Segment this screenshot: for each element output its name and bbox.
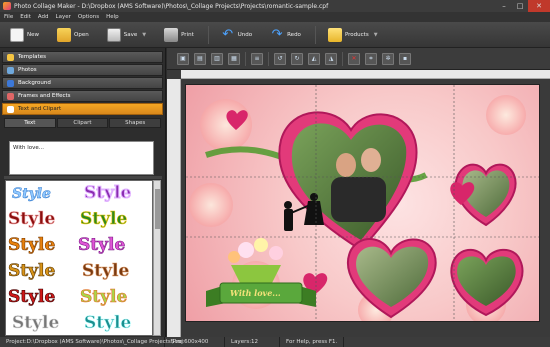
style-sample-pink-magenta[interactable]: Style: [78, 236, 126, 254]
tab-shapes[interactable]: Shapes: [109, 118, 162, 128]
chevron-down-icon[interactable]: ▼: [374, 32, 378, 38]
chevron-down-icon[interactable]: ▼: [142, 32, 146, 38]
close-button[interactable]: ✕: [528, 0, 550, 12]
new-button[interactable]: New: [6, 25, 43, 45]
save-button[interactable]: Save ▼: [103, 25, 150, 45]
menu-file[interactable]: File: [4, 14, 13, 20]
toolbar-separator: [207, 25, 209, 44]
menu-edit[interactable]: Edit: [20, 14, 31, 20]
style-sample-brown[interactable]: Style: [82, 262, 130, 280]
style-sample-golden[interactable]: Style: [8, 262, 56, 280]
style-sample-rainbow[interactable]: Style: [80, 288, 128, 306]
section-templates[interactable]: Templates: [2, 51, 163, 63]
lock-icon[interactable]: ▪: [399, 52, 411, 65]
status-layers: Layers:12: [225, 337, 280, 347]
rotate-left-icon[interactable]: ↺: [274, 52, 286, 65]
main-toolbar: New Open Save ▼ Print ↶ Undo ↷ Redo Prod…: [0, 22, 550, 48]
send-to-back-icon[interactable]: ▦: [228, 52, 240, 65]
vertical-ruler: [167, 79, 181, 337]
section-background[interactable]: Background: [2, 77, 163, 89]
menu-add[interactable]: Add: [38, 14, 49, 20]
menu-layer[interactable]: Layer: [56, 14, 71, 20]
flip-vertical-icon[interactable]: ◮: [325, 52, 337, 65]
align-icon[interactable]: ≡: [251, 52, 263, 65]
rotate-right-icon[interactable]: ↻: [291, 52, 303, 65]
section-photos[interactable]: Photos: [2, 64, 163, 76]
products-icon: [327, 27, 342, 42]
open-button[interactable]: Open: [53, 25, 93, 45]
style-sample-teal[interactable]: Style: [84, 314, 132, 332]
style-sample-orange[interactable]: Style: [8, 236, 56, 254]
toolbar-separator: [342, 51, 343, 66]
toolbar-separator: [245, 51, 246, 66]
menu-options[interactable]: Options: [78, 14, 99, 20]
style-sample-light-blue[interactable]: Style: [12, 187, 51, 202]
maximize-button[interactable]: □: [512, 0, 528, 12]
undo-button[interactable]: ↶ Undo: [217, 25, 256, 45]
products-button[interactable]: Products ▼: [324, 25, 382, 45]
undo-icon: ↶: [222, 26, 234, 42]
folder-icon: [57, 27, 71, 42]
status-help: For Help, press F1.: [280, 337, 345, 347]
status-size: Size:600x400: [165, 337, 225, 347]
banner-text[interactable]: With love...: [230, 288, 281, 298]
flip-horizontal-icon[interactable]: ◭: [308, 52, 320, 65]
save-icon: [106, 27, 121, 42]
text-input[interactable]: With love...: [9, 141, 154, 175]
style-sample-red[interactable]: Style: [8, 288, 56, 306]
settings-icon[interactable]: ✲: [382, 52, 394, 65]
section-text-and-clipart[interactable]: Text and Clipart: [2, 103, 163, 115]
text-style-gallery: Style Style Style Style Style Style Styl…: [5, 180, 153, 336]
tab-text[interactable]: Text: [4, 118, 56, 128]
collage-artwork: [186, 85, 539, 321]
text-icon: [7, 105, 14, 113]
style-sample-gray[interactable]: Style: [12, 314, 60, 332]
menu-bar: File Edit Add Layer Options Help: [0, 12, 550, 22]
background-icon: [7, 79, 14, 87]
heart-frame-bottom-right[interactable]: [450, 248, 524, 317]
toolbar-separator: [268, 51, 269, 66]
redo-icon: ↷: [271, 26, 283, 42]
horizontal-ruler: [181, 70, 550, 79]
menu-help[interactable]: Help: [106, 14, 119, 20]
style-sample-dark-red[interactable]: Style: [8, 210, 56, 228]
main-heart-frame[interactable]: [278, 111, 418, 252]
redo-button[interactable]: ↷ Redo: [266, 25, 305, 45]
minimize-button[interactable]: –: [496, 0, 512, 12]
delete-icon[interactable]: ✕: [348, 52, 360, 65]
app-icon: [3, 2, 11, 10]
crop-icon[interactable]: ⌗: [365, 52, 377, 65]
bring-to-front-icon[interactable]: ▣: [177, 52, 189, 65]
canvas-toolbar: ▣ ▤ ▥ ▦ ≡ ↺ ↻ ◭ ◮ ✕ ⌗ ✲ ▪: [167, 48, 550, 70]
status-bar: Project:D:\Dropbox (AMS Software)\Photos…: [0, 337, 550, 347]
clipart-tabs: Text Clipart Shapes: [4, 118, 162, 128]
tab-clipart[interactable]: Clipart: [56, 118, 109, 128]
title-bar: Photo Collage Maker - D:\Dropbox (AMS So…: [0, 0, 550, 12]
style-sample-purple[interactable]: Style: [83, 184, 131, 202]
send-backward-icon[interactable]: ▥: [211, 52, 223, 65]
scrollbar-thumb[interactable]: [155, 189, 160, 229]
star-icon: [7, 53, 14, 61]
gallery-scrollbar[interactable]: [153, 180, 161, 336]
print-button[interactable]: Print: [160, 25, 198, 45]
status-project: Project:D:\Dropbox (AMS Software)\Photos…: [0, 337, 183, 347]
printer-icon: [164, 27, 179, 42]
frame-icon: [7, 92, 14, 100]
section-frames-and-effects[interactable]: Frames and Effects: [2, 90, 163, 102]
collage-canvas[interactable]: With love...: [185, 84, 540, 322]
window-title: Photo Collage Maker - D:\Dropbox (AMS So…: [14, 2, 329, 10]
photo-icon: [7, 66, 14, 74]
toolbar-separator: [314, 25, 316, 44]
new-document-icon: [10, 27, 24, 42]
bring-forward-icon[interactable]: ▤: [194, 52, 206, 65]
panel-splitter[interactable]: [4, 176, 162, 179]
style-sample-green-gold[interactable]: Style: [80, 210, 128, 228]
